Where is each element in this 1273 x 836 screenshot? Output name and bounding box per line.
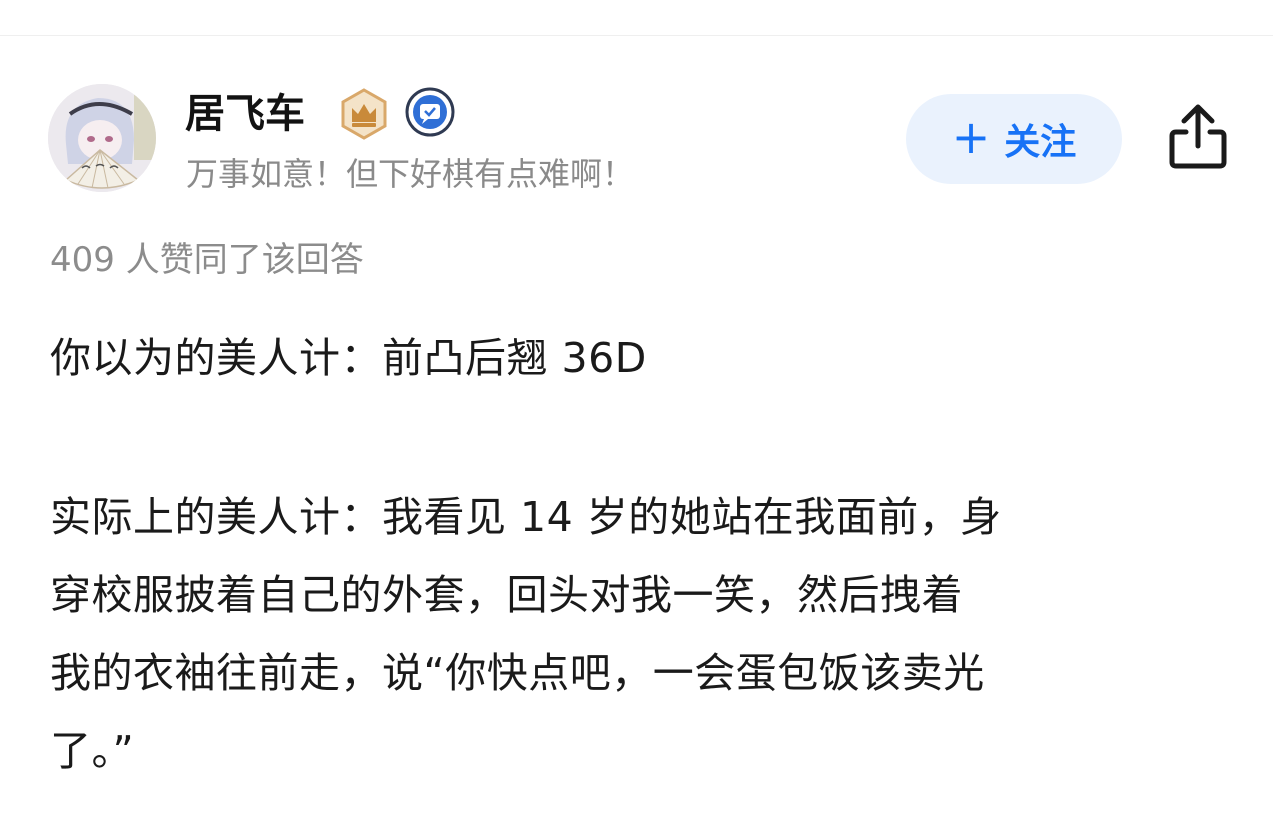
author-bio: 万事如意！但下好棋有点难啊！: [186, 155, 635, 193]
plus-icon: +: [951, 110, 991, 164]
answer-paragraph-1: 你以为的美人计：前凸后翘 36D: [50, 334, 647, 382]
author-name[interactable]: 居飞车: [185, 88, 305, 140]
top-divider: [0, 35, 1273, 36]
share-icon[interactable]: [1166, 102, 1230, 172]
answer-paragraph-2: 实际上的美人计：我看见 14 岁的她站在我面前，身 穿校服披着自己的外套，回头对…: [50, 478, 1235, 790]
upvote-count: 409 人赞同了该回答: [50, 240, 364, 280]
anime-girl-avatar-icon: [48, 84, 156, 192]
author-header: 居飞车 万事如意！但下好棋有点难啊！ + 关注: [48, 84, 1228, 196]
verified-badge-icon[interactable]: [404, 86, 456, 138]
author-avatar[interactable]: [48, 84, 156, 192]
crown-badge-icon[interactable]: [338, 88, 390, 140]
follow-label: 关注: [1004, 122, 1077, 163]
answer-content: 你以为的美人计：前凸后翘 36D 实际上的美人计：我看见 14 岁的她站在我面前…: [50, 328, 1235, 790]
answer-line: 实际上的美人计：我看见 14 岁的她站在我面前，身: [50, 493, 1002, 541]
answer-line: 了。”: [50, 727, 135, 775]
follow-button[interactable]: + 关注: [906, 94, 1122, 184]
answer-line: 穿校服披着自己的外套，回头对我一笑，然后拽着: [50, 571, 963, 619]
answer-line: 我的衣袖往前走，说“你快点吧，一会蛋包饭该卖光: [50, 649, 985, 697]
